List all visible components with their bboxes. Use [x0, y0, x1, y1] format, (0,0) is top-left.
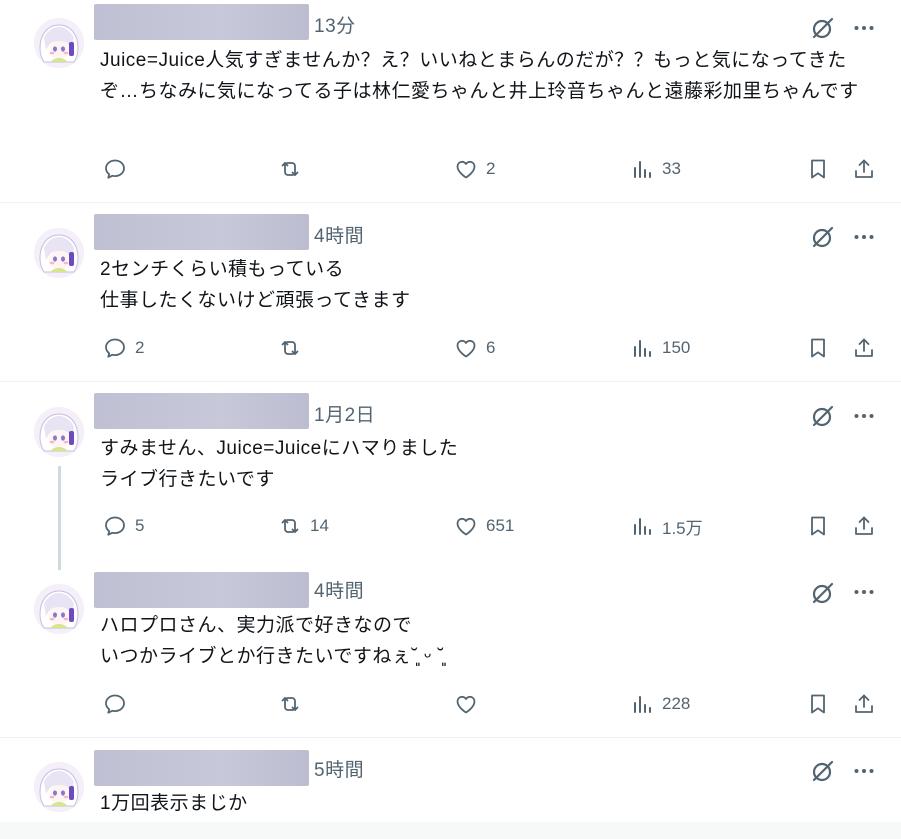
reply-icon — [103, 692, 127, 716]
thread-connector-line — [58, 466, 61, 570]
grok-icon[interactable] — [810, 758, 836, 784]
reply-icon — [103, 514, 127, 538]
divider — [0, 737, 901, 738]
post-text: Juice=Juice人気すぎませんか？え？いいねとまらんのだが？？もっと気にな… — [100, 50, 859, 102]
reply-button[interactable] — [103, 154, 135, 184]
share-button[interactable] — [852, 154, 876, 184]
reply-button[interactable] — [103, 689, 135, 719]
more-dots-icon[interactable] — [852, 225, 876, 249]
post-timestamp[interactable]: 5時間 — [314, 759, 364, 783]
bookmark-icon — [806, 514, 830, 538]
avatar[interactable] — [34, 762, 84, 812]
repost-icon — [278, 336, 302, 360]
divider — [0, 202, 901, 203]
bookmark-button[interactable] — [806, 689, 830, 719]
view-count: 1.5万 — [662, 518, 703, 538]
reply-button[interactable]: 2 — [103, 333, 144, 363]
divider — [0, 381, 901, 382]
more-dots-icon[interactable] — [852, 16, 876, 40]
redacted-username — [94, 4, 309, 40]
repost-count: 14 — [310, 516, 329, 535]
post-timestamp[interactable]: 4時間 — [314, 580, 364, 604]
avatar[interactable] — [34, 18, 84, 68]
reply-count: 2 — [135, 338, 145, 357]
reply-button[interactable]: 5 — [103, 511, 144, 541]
bookmark-button[interactable] — [806, 154, 830, 184]
post-text: 1万回表示まじか — [100, 793, 248, 814]
post-timestamp[interactable]: 13分 — [314, 15, 356, 39]
share-button[interactable] — [852, 511, 876, 541]
avatar[interactable] — [34, 228, 84, 278]
post-actions: 2 33 — [0, 154, 901, 184]
share-icon — [852, 336, 876, 360]
share-button[interactable] — [852, 333, 876, 363]
views-chart-icon — [630, 514, 654, 538]
view-count: 150 — [662, 338, 691, 357]
like-button[interactable]: 651 — [454, 511, 514, 541]
views-chart-icon — [630, 692, 654, 716]
avatar[interactable] — [34, 584, 84, 634]
heart-icon — [454, 336, 478, 360]
post-actions: 5 14 651 1.5万 — [0, 511, 901, 541]
repost-button[interactable] — [278, 333, 310, 363]
views-button[interactable]: 228 — [630, 689, 690, 719]
redacted-username — [94, 393, 309, 429]
post-text: ハロプロさん、実力派で好きなので いつかライブとか行きたいですねぇ˘͈ ᵕ ˘͈ — [100, 615, 445, 667]
grok-icon[interactable] — [810, 580, 836, 606]
redacted-username — [94, 572, 309, 608]
repost-button[interactable]: 14 — [278, 511, 329, 541]
repost-icon — [278, 692, 302, 716]
heart-icon — [454, 514, 478, 538]
reply-icon — [103, 336, 127, 360]
post-text: 2センチくらい積もっている 仕事したくないけど頑張ってきます — [100, 259, 411, 311]
heart-icon — [454, 692, 478, 716]
view-count: 33 — [662, 159, 681, 178]
post-actions: 228 — [0, 689, 901, 719]
repost-button[interactable] — [278, 154, 310, 184]
like-button[interactable] — [454, 689, 486, 719]
views-chart-icon — [630, 157, 654, 181]
views-chart-icon — [630, 336, 654, 360]
share-button[interactable] — [852, 689, 876, 719]
views-button[interactable]: 150 — [630, 333, 690, 363]
heart-icon — [454, 157, 478, 181]
post-actions: 2 6 150 — [0, 333, 901, 363]
repost-button[interactable] — [278, 689, 310, 719]
like-button[interactable]: 2 — [454, 154, 495, 184]
repost-icon — [278, 157, 302, 181]
post-timestamp[interactable]: 4時間 — [314, 225, 364, 249]
more-dots-icon[interactable] — [852, 759, 876, 783]
avatar[interactable] — [34, 407, 84, 457]
grok-icon[interactable] — [810, 224, 836, 250]
bookmark-button[interactable] — [806, 511, 830, 541]
grok-icon[interactable] — [810, 15, 836, 41]
bookmark-button[interactable] — [806, 333, 830, 363]
like-count: 651 — [486, 516, 515, 535]
bookmark-icon — [806, 336, 830, 360]
share-icon — [852, 692, 876, 716]
views-button[interactable]: 1.5万 — [630, 511, 703, 541]
views-button[interactable]: 33 — [630, 154, 681, 184]
redacted-username — [94, 750, 309, 786]
reply-icon — [103, 157, 127, 181]
repost-icon — [278, 514, 302, 538]
post-text: すみません、Juice=Juiceにハマりました ライブ行きたいです — [100, 438, 459, 490]
grok-icon[interactable] — [810, 403, 836, 429]
like-count: 2 — [486, 159, 496, 178]
share-icon — [852, 514, 876, 538]
like-button[interactable]: 6 — [454, 333, 495, 363]
redacted-username — [94, 214, 309, 250]
bookmark-icon — [806, 157, 830, 181]
post-timestamp[interactable]: 1月2日 — [314, 404, 375, 428]
view-count: 228 — [662, 694, 691, 713]
share-icon — [852, 157, 876, 181]
more-dots-icon[interactable] — [852, 404, 876, 428]
like-count: 6 — [486, 338, 496, 357]
bottom-fade — [0, 822, 901, 839]
reply-count: 5 — [135, 516, 145, 535]
bookmark-icon — [806, 692, 830, 716]
more-dots-icon[interactable] — [852, 580, 876, 604]
